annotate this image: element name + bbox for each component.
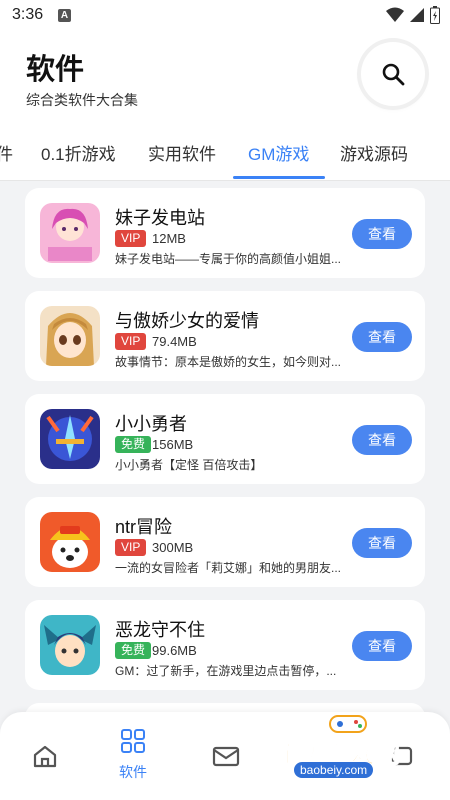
app-size: 12MB xyxy=(152,231,186,246)
tab-software[interactable]: 件 xyxy=(0,140,13,165)
view-button[interactable]: 查看 xyxy=(352,322,412,352)
blonde-girl-icon xyxy=(40,306,100,366)
grid-icon xyxy=(121,729,145,753)
app-name: ntr冒险 xyxy=(115,517,173,537)
free-badge: 免费 xyxy=(115,436,152,453)
search-icon xyxy=(382,63,405,86)
app-name: 恶龙守不住 xyxy=(115,620,205,640)
watermark: 宝贝游戏网 baobeiy.com xyxy=(276,712,426,782)
dog-helmet-icon xyxy=(40,512,100,572)
view-button[interactable]: 查看 xyxy=(352,425,412,455)
gamepad-icon xyxy=(329,715,367,733)
app-name: 妹子发电站 xyxy=(115,208,205,228)
search-button[interactable] xyxy=(361,42,425,106)
view-button[interactable]: 查看 xyxy=(352,631,412,661)
tab-utility-software[interactable]: 实用软件 xyxy=(148,140,216,165)
notification-icon: A xyxy=(58,9,71,22)
nav-software-label: 软件 xyxy=(119,764,147,780)
app-size: 99.6MB xyxy=(152,643,197,658)
app-size: 300MB xyxy=(152,540,194,555)
app-size: 79.4MB xyxy=(152,334,197,349)
tab-game-source[interactable]: 游戏源码 xyxy=(340,140,408,165)
status-bar: 3:36 A xyxy=(0,0,450,32)
watermark-url: baobeiy.com xyxy=(294,762,374,778)
list-item[interactable]: 与傲娇少女的爱情 VIP 79.4MB 故事情节：原本是傲娇的女生，如今则对..… xyxy=(25,291,425,381)
list-item[interactable]: 恶龙守不住 免费 99.6MB GM：过了新手，在游戏里边点击暂停，... 查看 xyxy=(25,600,425,690)
vip-badge: VIP xyxy=(115,333,147,350)
dragon-hero-icon xyxy=(40,615,100,675)
app-description: 小小勇者【定怪 百倍攻击】 xyxy=(115,458,263,472)
app-description: 妹子发电站——专属于你的高颜值小姐姐... xyxy=(115,252,342,266)
vip-badge: VIP xyxy=(115,539,147,556)
status-time: 3:36 xyxy=(12,6,44,23)
app-name: 小小勇者 xyxy=(115,414,187,434)
tab-discount-games[interactable]: 0.1折游戏 xyxy=(41,140,116,165)
vip-badge: VIP xyxy=(115,230,147,247)
list-item[interactable]: ntr冒险 VIP 300MB 一流的女冒险者「莉艾娜」和她的男朋友... 查看 xyxy=(25,497,425,587)
home-icon xyxy=(33,745,57,768)
app-description: GM：过了新手，在游戏里边点击暂停，... xyxy=(115,664,337,678)
app-description: 故事情节：原本是傲娇的女生，如今则对... xyxy=(115,355,342,369)
app-description: 一流的女冒险者「莉艾娜」和她的男朋友... xyxy=(115,561,342,575)
tab-gm-games[interactable]: GM游戏 xyxy=(248,140,309,165)
app-size: 156MB xyxy=(152,437,194,452)
battery-icon xyxy=(430,6,440,24)
view-button[interactable]: 查看 xyxy=(352,528,412,558)
app-name: 与傲娇少女的爱情 xyxy=(115,311,259,331)
page-title: 软件 xyxy=(26,54,85,86)
free-badge: 免费 xyxy=(115,642,152,659)
status-icons xyxy=(386,6,440,24)
nav-software[interactable]: 软件 xyxy=(119,728,147,782)
signal-icon xyxy=(410,8,424,22)
view-button[interactable]: 查看 xyxy=(352,219,412,249)
sword-icon xyxy=(40,409,100,469)
tabs-divider xyxy=(0,180,450,181)
message-icon xyxy=(212,746,240,767)
nav-home[interactable] xyxy=(32,744,58,768)
page-subtitle: 综合类软件大合集 xyxy=(26,92,138,108)
list-item[interactable]: 妹子发电站 VIP 12MB 妹子发电站——专属于你的高颜值小姐姐... 查看 xyxy=(25,188,425,278)
category-tabs: 件 0.1折游戏 实用软件 GM游戏 游戏源码 xyxy=(0,132,450,180)
list-item[interactable]: 小小勇者 免费 156MB 小小勇者【定怪 百倍攻击】 查看 xyxy=(25,394,425,484)
nav-messages[interactable] xyxy=(212,744,240,768)
wifi-icon xyxy=(386,7,404,22)
anime-girl-icon xyxy=(40,203,100,263)
active-tab-indicator xyxy=(233,176,325,179)
